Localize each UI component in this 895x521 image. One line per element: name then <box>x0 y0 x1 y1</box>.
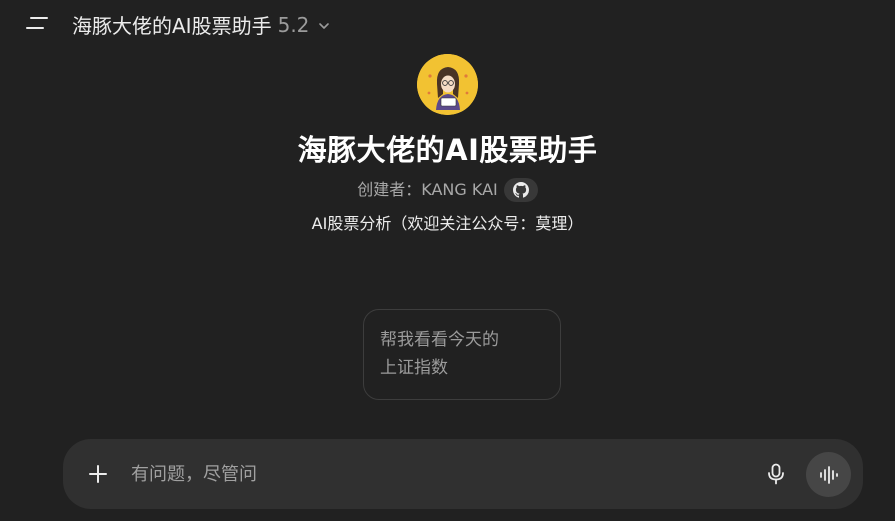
app-title: 海豚大佬的AI股票助手 <box>72 14 272 38</box>
sidebar-menu-icon <box>26 17 48 29</box>
message-input[interactable] <box>129 457 733 491</box>
voice-mode-icon <box>819 465 838 484</box>
dictate-button[interactable] <box>761 459 791 489</box>
creator-label: 创建者：KANG KAI <box>357 180 498 199</box>
gpt-info: 海豚大佬的AI股票助手 创建者：KANG KAI AI股票分析（欢迎关注公众号：… <box>0 54 895 237</box>
chat-page: 海豚大佬的AI股票助手 5.2 海豚大佬的AI股票助手 创建者：KANG KAI… <box>0 0 895 521</box>
chevron-down-icon <box>317 19 331 33</box>
plus-icon <box>89 465 107 483</box>
avatar <box>417 54 478 115</box>
conversation-starter-card[interactable]: 帮我看看今天的上证指数 <box>363 309 561 400</box>
model-version: 5.2 <box>277 12 310 37</box>
message-composer <box>63 439 863 509</box>
voice-mode-button[interactable] <box>806 452 851 497</box>
github-icon <box>512 182 529 198</box>
attach-button[interactable] <box>83 459 113 489</box>
model-selector[interactable]: 海豚大佬的AI股票助手 5.2 <box>72 10 331 39</box>
sidebar-toggle-button[interactable] <box>24 11 50 35</box>
top-bar: 海豚大佬的AI股票助手 5.2 <box>0 0 895 46</box>
gpt-description: AI股票分析（欢迎关注公众号：莫理） <box>311 214 584 233</box>
avatar-image <box>417 54 478 115</box>
starter-text: 帮我看看今天的上证指数 <box>380 330 499 378</box>
microphone-icon <box>768 463 784 485</box>
github-link-button[interactable] <box>503 178 538 202</box>
gpt-name: 海豚大佬的AI股票助手 <box>297 133 598 167</box>
creator-row: 创建者：KANG KAI <box>357 176 538 204</box>
